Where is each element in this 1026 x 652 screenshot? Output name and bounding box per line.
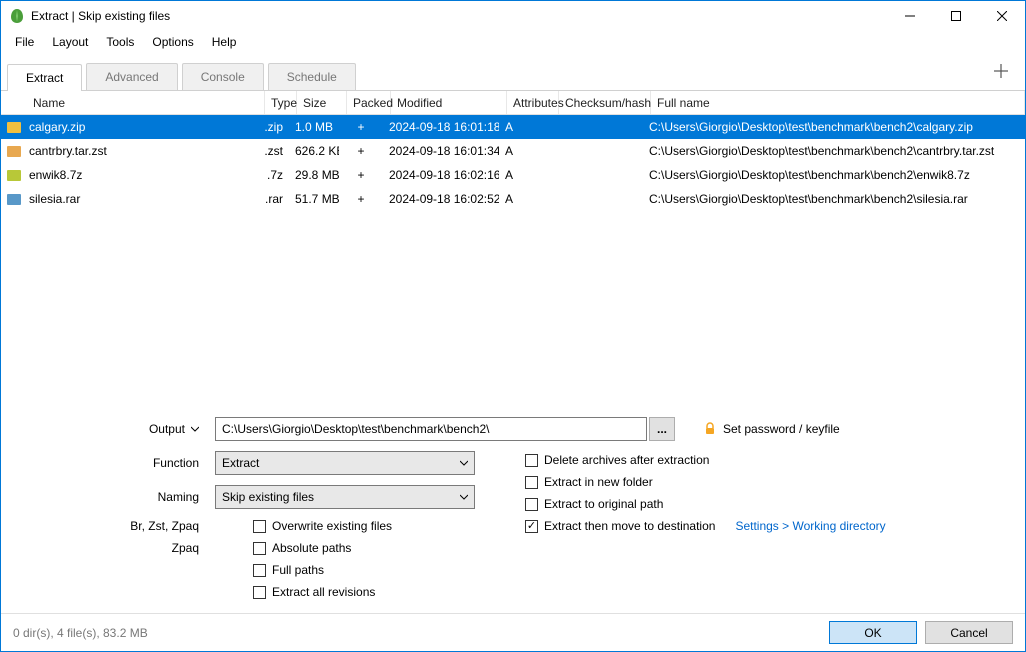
lock-icon — [703, 422, 717, 436]
set-password-link[interactable]: Set password / keyfile — [703, 422, 840, 436]
menu-options[interactable]: Options — [144, 33, 201, 51]
function-label: Function — [15, 456, 215, 470]
checkbox-label: Full paths — [272, 563, 324, 577]
table-row[interactable]: cantrbry.tar.zst.zst626.2 KB+2024-09-18 … — [1, 139, 1025, 163]
naming-label: Naming — [15, 490, 215, 504]
titlebar: Extract | Skip existing files — [1, 1, 1025, 31]
checkbox-extract-then-move-to-destination[interactable]: Extract then move to destination Settings… — [525, 519, 886, 533]
minimize-button[interactable] — [887, 1, 933, 31]
add-tab-button[interactable] — [983, 59, 1019, 90]
checkbox-label: Delete archives after extraction — [544, 453, 709, 467]
checkbox-label: Extract in new folder — [544, 475, 653, 489]
checkbox-extract-all-revisions[interactable]: Extract all revisions — [253, 585, 392, 599]
maximize-button[interactable] — [933, 1, 979, 31]
checkbox-label: Extract then move to destination — [544, 519, 715, 533]
naming-select[interactable]: Skip existing files — [215, 485, 475, 509]
ok-button[interactable]: OK — [829, 621, 917, 644]
menu-help[interactable]: Help — [204, 33, 245, 51]
checkbox-label: Overwrite existing files — [272, 519, 392, 533]
col-type[interactable]: Type — [265, 91, 297, 114]
table-row[interactable]: calgary.zip.zip1.0 MB+2024-09-18 16:01:1… — [1, 115, 1025, 139]
checkbox-full-paths[interactable]: Full paths — [253, 563, 392, 577]
checkbox-overwrite-existing-files[interactable]: Overwrite existing files — [253, 519, 392, 533]
close-button[interactable] — [979, 1, 1025, 31]
checkbox-label: Extract all revisions — [272, 585, 375, 599]
col-checksum[interactable]: Checksum/hash — [559, 91, 651, 114]
chevron-down-icon — [460, 456, 468, 470]
app-icon — [9, 8, 25, 24]
window-title: Extract | Skip existing files — [31, 9, 887, 23]
col-size[interactable]: Size — [297, 91, 347, 114]
archive-icon — [7, 146, 21, 157]
archive-icon — [7, 194, 21, 205]
menu-file[interactable]: File — [7, 33, 42, 51]
output-history-dropdown[interactable] — [191, 422, 199, 436]
file-grid: Name Type Size Packed Modified Attribute… — [1, 91, 1025, 211]
menu-tools[interactable]: Tools — [98, 33, 142, 51]
menu-layout[interactable]: Layout — [44, 33, 96, 51]
br-zst-zpaq-label: Br, Zst, Zpaq — [130, 519, 199, 533]
function-select[interactable]: Extract — [215, 451, 475, 475]
grid-header[interactable]: Name Type Size Packed Modified Attribute… — [1, 91, 1025, 115]
checkbox-delete-archives-after-extraction[interactable]: Delete archives after extraction — [525, 453, 886, 467]
browse-button[interactable]: ... — [649, 417, 675, 441]
statusbar: 0 dir(s), 4 file(s), 83.2 MB OK Cancel — [1, 613, 1025, 651]
archive-icon — [7, 170, 21, 181]
checkbox-box[interactable] — [525, 454, 538, 467]
archive-icon — [7, 122, 21, 133]
checkbox-box[interactable] — [525, 520, 538, 533]
col-fullname[interactable]: Full name — [651, 91, 1025, 114]
checkbox-box[interactable] — [253, 586, 266, 599]
checkbox-extract-in-new-folder[interactable]: Extract in new folder — [525, 475, 886, 489]
output-path-input[interactable] — [215, 417, 647, 441]
checkbox-absolute-paths[interactable]: Absolute paths — [253, 541, 392, 555]
tabstrip: ExtractAdvancedConsoleSchedule — [1, 53, 1025, 91]
col-attributes[interactable]: Attributes — [507, 91, 559, 114]
settings-working-dir-link[interactable]: Settings > Working directory — [735, 519, 885, 533]
zpaq-label: Zpaq — [172, 541, 199, 555]
cancel-button[interactable]: Cancel — [925, 621, 1013, 644]
checkbox-box[interactable] — [253, 564, 266, 577]
checkbox-extract-to-original-path[interactable]: Extract to original path — [525, 497, 886, 511]
checkbox-box[interactable] — [253, 542, 266, 555]
extract-form: Output ... Set password / keyfile Functi… — [1, 403, 1025, 613]
chevron-down-icon — [460, 490, 468, 504]
checkbox-label: Absolute paths — [272, 541, 351, 555]
checkbox-box[interactable] — [525, 476, 538, 489]
tab-advanced[interactable]: Advanced — [86, 63, 177, 90]
status-text: 0 dir(s), 4 file(s), 83.2 MB — [13, 626, 821, 640]
tab-schedule[interactable]: Schedule — [268, 63, 356, 90]
col-modified[interactable]: Modified — [391, 91, 507, 114]
menubar: FileLayoutToolsOptionsHelp — [1, 31, 1025, 53]
col-packed[interactable]: Packed — [347, 91, 391, 114]
output-label: Output — [149, 422, 185, 436]
tab-extract[interactable]: Extract — [7, 64, 82, 91]
col-name[interactable]: Name — [27, 91, 265, 114]
table-row[interactable]: enwik8.7z.7z29.8 MB+2024-09-18 16:02:16A… — [1, 163, 1025, 187]
window-controls — [887, 1, 1025, 31]
checkbox-box[interactable] — [525, 498, 538, 511]
checkbox-box[interactable] — [253, 520, 266, 533]
tab-console[interactable]: Console — [182, 63, 264, 90]
table-row[interactable]: silesia.rar.rar51.7 MB+2024-09-18 16:02:… — [1, 187, 1025, 211]
checkbox-label: Extract to original path — [544, 497, 663, 511]
